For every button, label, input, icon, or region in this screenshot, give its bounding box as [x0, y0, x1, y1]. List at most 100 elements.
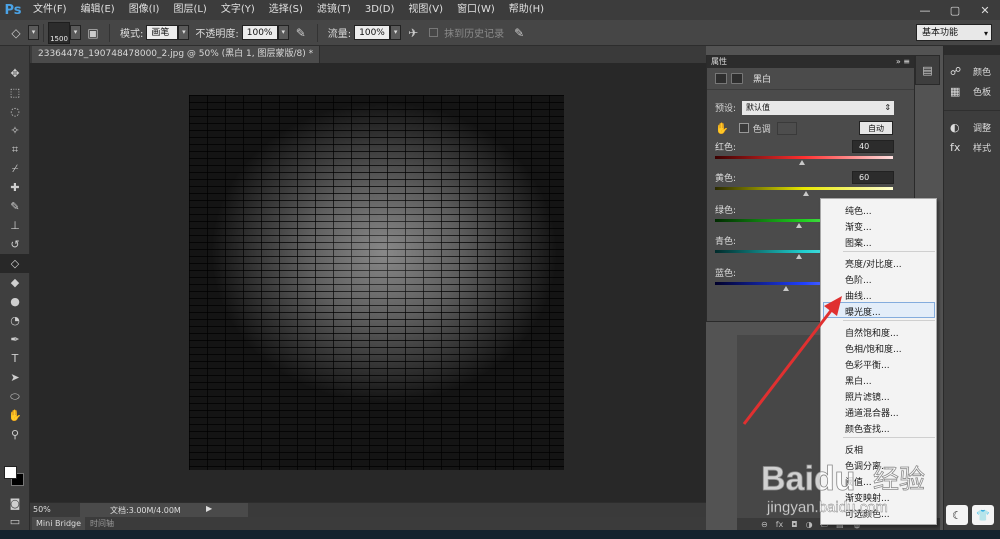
eraser-tool-icon[interactable]: ◇: [0, 254, 30, 273]
targeted-adjustment-hand-icon[interactable]: ✋: [715, 122, 729, 135]
tool-preset-dropdown[interactable]: ▾: [28, 25, 39, 40]
healing-brush-tool-icon[interactable]: ✚: [0, 178, 30, 197]
dock-item-swatches[interactable]: ▦ 色板: [944, 81, 1000, 101]
status-menu-arrow-icon[interactable]: ▶: [206, 504, 212, 513]
mode-dropdown[interactable]: ▾: [178, 25, 190, 40]
menu-filter[interactable]: 滤镜(T): [310, 0, 358, 20]
zoom-level[interactable]: 50%: [33, 505, 51, 514]
tint-checkbox[interactable]: [738, 123, 749, 133]
pressure-size-icon[interactable]: ✎: [510, 24, 528, 42]
erase-to-history-checkbox[interactable]: [429, 28, 439, 37]
dock-item-styles[interactable]: fx 样式: [944, 137, 1000, 157]
adjustment-layer-icon[interactable]: [715, 73, 727, 84]
slider-thumb[interactable]: [795, 223, 802, 228]
pen-tool-icon[interactable]: ✒: [0, 330, 30, 349]
minimize-button[interactable]: —: [910, 0, 940, 20]
moon-icon[interactable]: ☾: [946, 505, 968, 525]
menu-help[interactable]: 帮助(H): [502, 0, 551, 20]
history-brush-tool-icon[interactable]: ↺: [0, 235, 30, 254]
menu-3d[interactable]: 3D(D): [358, 0, 402, 20]
adjustment-menu-item[interactable]: 照片滤镜...: [845, 390, 890, 403]
layer-style-icon[interactable]: fx: [776, 520, 784, 529]
slider-track[interactable]: [715, 156, 893, 159]
new-adjustment-icon[interactable]: ◑: [806, 520, 813, 529]
menu-type[interactable]: 文字(Y): [214, 0, 262, 20]
brush-tool-icon[interactable]: ✎: [0, 197, 30, 216]
type-tool-icon[interactable]: T: [0, 349, 30, 368]
opacity-dropdown[interactable]: ▾: [277, 25, 289, 40]
color-swatches[interactable]: [4, 466, 26, 488]
pressure-opacity-icon[interactable]: ✎: [292, 24, 310, 42]
mode-select[interactable]: 画笔: [146, 25, 179, 40]
shirt-icon[interactable]: 👕: [972, 505, 994, 525]
dock-item-color[interactable]: ☍ 颜色: [944, 61, 1000, 81]
marquee-tool-icon[interactable]: ⬚: [0, 83, 30, 102]
quick-mask-icon[interactable]: ◙: [0, 494, 30, 513]
adjustment-menu-item[interactable]: 颜色查找...: [845, 422, 890, 435]
brush-preset-picker[interactable]: 1500: [48, 21, 70, 44]
restore-button[interactable]: ▢: [940, 0, 970, 20]
adjustment-menu-item[interactable]: 图案...: [845, 236, 872, 249]
hand-tool-icon[interactable]: ✋: [0, 406, 30, 425]
menu-layer[interactable]: 图层(L): [166, 0, 213, 20]
adjustment-menu-item[interactable]: 自然饱和度...: [845, 326, 899, 339]
menu-window[interactable]: 窗口(W): [450, 0, 502, 20]
adjustment-menu-item[interactable]: 色彩平衡...: [845, 358, 890, 371]
quick-select-tool-icon[interactable]: ✧: [0, 121, 30, 140]
crop-tool-icon[interactable]: ⌗: [0, 140, 30, 159]
preset-select[interactable]: 默认值 ⇕: [742, 100, 895, 115]
adjustment-menu-item[interactable]: 渐变...: [845, 220, 872, 233]
foreground-color-swatch[interactable]: [4, 466, 17, 479]
ellipse-tool-icon[interactable]: ⬭: [0, 387, 30, 406]
brush-preset-dropdown[interactable]: ▾: [70, 25, 81, 40]
tab-mini-bridge[interactable]: Mini Bridge: [32, 517, 86, 530]
blur-tool-icon[interactable]: ●: [0, 292, 30, 311]
slider-thumb[interactable]: [799, 160, 806, 165]
slider-thumb[interactable]: [795, 254, 802, 259]
brick-wall-image[interactable]: [189, 95, 564, 470]
menu-image[interactable]: 图像(I): [122, 0, 167, 20]
menu-view[interactable]: 视图(V): [401, 0, 450, 20]
workspace-select[interactable]: 基本功能 ▾: [916, 24, 992, 41]
slider-track[interactable]: [715, 187, 893, 190]
menu-file[interactable]: 文件(F): [26, 0, 74, 20]
adjustment-menu-item[interactable]: 色相/饱和度...: [845, 342, 902, 355]
document-tab[interactable]: 23364478_190748478000_2.jpg @ 50% (黑白 1,…: [32, 46, 321, 63]
airbrush-icon[interactable]: ✈: [404, 24, 422, 42]
slider-thumb[interactable]: [802, 191, 809, 196]
adjustment-menu-item[interactable]: 曝光度...: [845, 305, 881, 318]
close-button[interactable]: ✕: [970, 0, 1000, 20]
tint-color-swatch[interactable]: [776, 121, 797, 135]
eyedropper-tool-icon[interactable]: ⌿: [0, 159, 30, 178]
properties-dock-button[interactable]: ▤: [915, 55, 940, 85]
slider-value-input[interactable]: 40: [852, 140, 894, 153]
move-tool-icon[interactable]: ✥: [0, 64, 30, 83]
screen-mode-icon[interactable]: ▭: [0, 512, 30, 531]
auto-button[interactable]: 自动: [859, 121, 893, 135]
mask-icon[interactable]: [731, 73, 743, 84]
opacity-input[interactable]: 100%: [241, 25, 278, 40]
adjustment-menu-item[interactable]: 纯色...: [845, 204, 872, 217]
adjustment-menu-item[interactable]: 通道混合器...: [845, 406, 899, 419]
flow-dropdown[interactable]: ▾: [390, 25, 402, 40]
dock-item-adjustments[interactable]: ◐ 调整: [944, 117, 1000, 137]
add-mask-icon[interactable]: ◘: [791, 520, 797, 529]
link-layers-icon[interactable]: ⊖: [761, 520, 768, 529]
tab-timeline[interactable]: 时间轴: [86, 517, 118, 530]
adjustment-menu-item[interactable]: 亮度/对比度...: [845, 257, 902, 270]
flow-input[interactable]: 100%: [354, 25, 391, 40]
clone-stamp-tool-icon[interactable]: ⊥: [0, 216, 30, 235]
menu-edit[interactable]: 编辑(E): [74, 0, 122, 20]
canvas-area[interactable]: [30, 63, 706, 502]
eraser-tool-icon[interactable]: ◇: [7, 24, 25, 42]
slider-value-input[interactable]: 60: [852, 171, 894, 184]
menu-select[interactable]: 选择(S): [262, 0, 310, 20]
path-selection-tool-icon[interactable]: ➤: [0, 368, 30, 387]
brush-panel-icon[interactable]: ▣: [84, 24, 102, 42]
panel-menu-icon[interactable]: » ≡: [896, 56, 910, 68]
lasso-tool-icon[interactable]: ◌: [0, 102, 30, 121]
paint-bucket-tool-icon[interactable]: ◆: [0, 273, 30, 292]
zoom-tool-icon[interactable]: ⚲: [0, 425, 30, 444]
dodge-tool-icon[interactable]: ◔: [0, 311, 30, 330]
adjustment-menu-item[interactable]: 色阶...: [845, 273, 872, 286]
